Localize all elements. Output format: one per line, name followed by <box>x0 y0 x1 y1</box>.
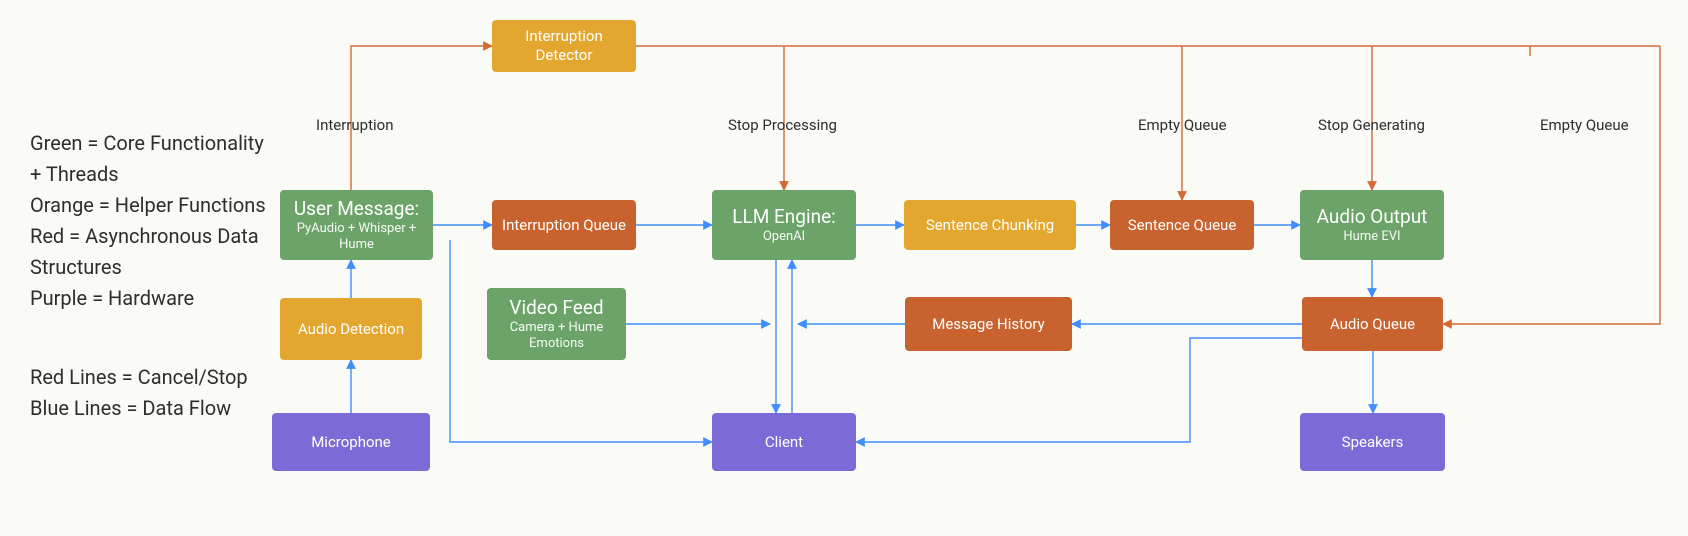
box-user-message: User Message: PyAudio + Whisper + Hume <box>280 190 433 260</box>
box-llm-engine: LLM Engine: OpenAI <box>712 190 856 260</box>
legend-bluelines: Blue Lines = Data Flow <box>30 393 248 424</box>
sub-video-feed: Camera + Hume Emotions <box>495 320 618 353</box>
legend-red: Red = Asynchronous Data Structures <box>30 221 280 283</box>
text-client: Client <box>765 433 803 452</box>
box-client: Client <box>712 413 856 471</box>
text-sentence-queue: Sentence Queue <box>1128 216 1237 235</box>
sub-user-message: PyAudio + Whisper + Hume <box>288 221 425 254</box>
label-stop-processing: Stop Processing <box>728 116 837 134</box>
box-video-feed: Video Feed Camera + Hume Emotions <box>487 288 626 360</box>
title-video-feed: Video Feed <box>509 296 603 320</box>
sub-llm: OpenAI <box>763 229 805 245</box>
legend-block-a: Green = Core Functionality + Threads Ora… <box>30 128 280 314</box>
label-empty-queue-1: Empty Queue <box>1138 116 1227 134</box>
edge-audq-to-client <box>856 338 1302 442</box>
box-interruption-detector: Interruption Detector <box>492 20 636 72</box>
diagram-canvas: Green = Core Functionality + Threads Ora… <box>0 0 1688 536</box>
title-user-message: User Message: <box>294 197 419 221</box>
text-audio-queue: Audio Queue <box>1330 315 1415 334</box>
text-sentence-chunking: Sentence Chunking <box>926 216 1054 235</box>
box-audio-output: Audio Output Hume EVI <box>1300 190 1444 260</box>
legend-green: Green = Core Functionality + Threads <box>30 128 280 190</box>
text-speakers: Speakers <box>1342 433 1404 452</box>
legend-block-b: Red Lines = Cancel/Stop Blue Lines = Dat… <box>30 362 248 424</box>
legend-redlines: Red Lines = Cancel/Stop <box>30 362 248 393</box>
box-audio-detection: Audio Detection <box>280 298 422 360</box>
text-interruption-queue: Interruption Queue <box>502 216 626 235</box>
title-audio-output: Audio Output <box>1317 205 1428 229</box>
text-message-history: Message History <box>932 315 1045 334</box>
edge-bus-to-audq <box>1443 46 1660 324</box>
box-sentence-queue: Sentence Queue <box>1110 200 1254 250</box>
box-speakers: Speakers <box>1300 413 1445 471</box>
box-message-history: Message History <box>905 297 1072 351</box>
sub-audio-output: Hume EVI <box>1343 229 1400 245</box>
box-audio-queue: Audio Queue <box>1302 297 1443 351</box>
label-empty-queue-2: Empty Queue <box>1540 116 1629 134</box>
text-audio-detection: Audio Detection <box>298 320 404 339</box>
label-interruption: Interruption <box>316 116 393 134</box>
text-microphone: Microphone <box>311 433 391 452</box>
box-microphone: Microphone <box>272 413 430 471</box>
legend-orange: Orange = Helper Functions <box>30 190 280 221</box>
label-stop-generating: Stop Generating <box>1318 116 1425 134</box>
box-interruption-queue: Interruption Queue <box>492 200 636 250</box>
text-interruption-detector: Interruption Detector <box>500 27 628 65</box>
title-llm: LLM Engine: <box>732 205 836 229</box>
legend-purple: Purple = Hardware <box>30 283 280 314</box>
box-sentence-chunking: Sentence Chunking <box>904 200 1076 250</box>
